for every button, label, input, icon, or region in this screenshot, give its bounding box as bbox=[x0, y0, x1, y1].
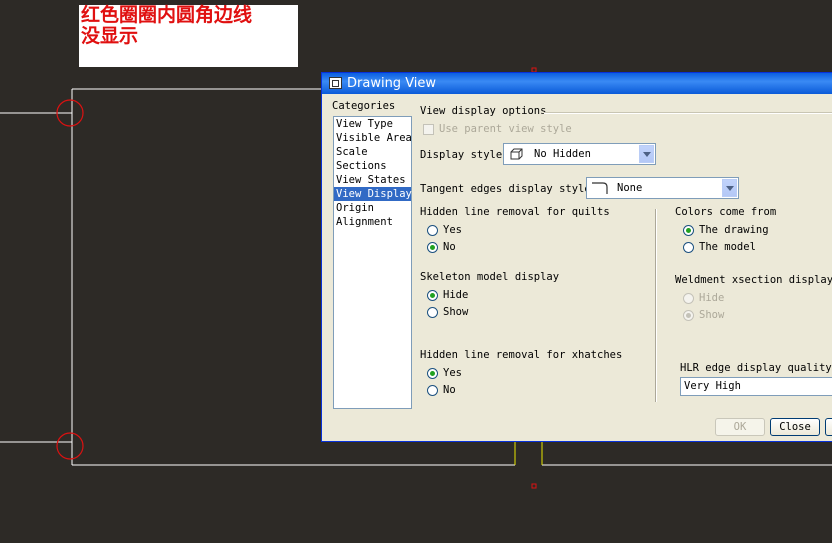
category-view-states[interactable]: View States bbox=[334, 173, 411, 187]
categories-list[interactable]: View Type Visible Area Scale Sections Vi… bbox=[333, 116, 412, 409]
xhatches-no-label: No bbox=[443, 384, 456, 396]
hlr-quality-label: HLR edge display quality bbox=[680, 362, 832, 374]
skeleton-hide-radio[interactable] bbox=[427, 290, 438, 301]
red-square-marker bbox=[531, 483, 537, 489]
hlr-quality-value: Very High bbox=[684, 380, 741, 392]
chevron-down-icon[interactable] bbox=[639, 145, 654, 163]
category-visible-area[interactable]: Visible Area bbox=[334, 131, 412, 145]
weldment-show-radio[interactable] bbox=[683, 310, 694, 321]
annotation-line-2: 没显示 bbox=[81, 25, 139, 47]
xhatches-no-radio[interactable] bbox=[427, 385, 438, 396]
skeleton-show-label: Show bbox=[443, 306, 469, 318]
annotation-line-1: 红色圈圈内圆角边线 bbox=[81, 4, 253, 26]
colors-drawing-radio[interactable] bbox=[683, 225, 694, 236]
weldment-hide-radio[interactable] bbox=[683, 293, 694, 304]
drawing-view-dialog: Drawing View Categories View Type Visibl… bbox=[321, 72, 832, 442]
category-origin[interactable]: Origin bbox=[334, 201, 411, 215]
view-display-options-heading: View display options bbox=[420, 105, 547, 117]
weldment-show-label: Show bbox=[699, 309, 725, 321]
help-button[interactable] bbox=[825, 418, 832, 436]
display-style-label: Display style bbox=[420, 149, 503, 161]
tangent-edges-label: Tangent edges display style bbox=[420, 183, 591, 195]
dialog-titlebar[interactable]: Drawing View bbox=[322, 73, 832, 94]
quilts-yes-label: Yes bbox=[443, 224, 462, 236]
close-button[interactable]: Close bbox=[770, 418, 820, 436]
use-parent-view-style-label: Use parent view style bbox=[439, 123, 572, 135]
dialog-title: Drawing View bbox=[347, 76, 437, 91]
tangent-edges-value: None bbox=[617, 182, 643, 194]
weldment-hide-label: Hide bbox=[699, 292, 725, 304]
xhatches-yes-radio[interactable] bbox=[427, 368, 438, 379]
tangent-edges-select[interactable]: None bbox=[586, 177, 739, 199]
colors-model-radio[interactable] bbox=[683, 242, 694, 253]
no-hidden-cube-icon bbox=[510, 148, 523, 160]
column-separator bbox=[655, 209, 657, 402]
ok-button[interactable]: OK bbox=[715, 418, 765, 436]
category-view-display[interactable]: View Display bbox=[334, 187, 412, 201]
weldment-label: Weldment xsection display bbox=[675, 274, 832, 286]
use-parent-view-style-checkbox[interactable] bbox=[423, 124, 434, 135]
display-style-value: No Hidden bbox=[534, 148, 591, 160]
hlr-quality-select[interactable]: Very High bbox=[680, 377, 832, 396]
tangent-edge-icon bbox=[592, 182, 608, 194]
category-alignment[interactable]: Alignment bbox=[334, 215, 411, 229]
xhatches-yes-label: Yes bbox=[443, 367, 462, 379]
group-divider bbox=[544, 112, 832, 114]
category-sections[interactable]: Sections bbox=[334, 159, 411, 173]
category-view-type[interactable]: View Type bbox=[334, 117, 411, 131]
colors-label: Colors come from bbox=[675, 206, 777, 218]
colors-model-label: The model bbox=[699, 241, 756, 253]
drawing-view-icon bbox=[329, 77, 342, 89]
xhatches-label: Hidden line removal for xhatches bbox=[420, 349, 623, 361]
chevron-down-icon[interactable] bbox=[722, 179, 737, 197]
skeleton-hide-label: Hide bbox=[443, 289, 469, 301]
category-scale[interactable]: Scale bbox=[334, 145, 411, 159]
colors-drawing-label: The drawing bbox=[699, 224, 769, 236]
skeleton-label: Skeleton model display bbox=[420, 271, 560, 283]
display-style-select[interactable]: No Hidden bbox=[503, 143, 656, 165]
quilts-label: Hidden line removal for quilts bbox=[420, 206, 610, 218]
quilts-yes-radio[interactable] bbox=[427, 225, 438, 236]
skeleton-show-radio[interactable] bbox=[427, 307, 438, 318]
quilts-no-radio[interactable] bbox=[427, 242, 438, 253]
annotation-note: 红色圈圈内圆角边线 没显示 bbox=[79, 5, 298, 67]
categories-label: Categories bbox=[332, 100, 396, 112]
quilts-no-label: No bbox=[443, 241, 456, 253]
red-circle-marker bbox=[56, 432, 84, 460]
